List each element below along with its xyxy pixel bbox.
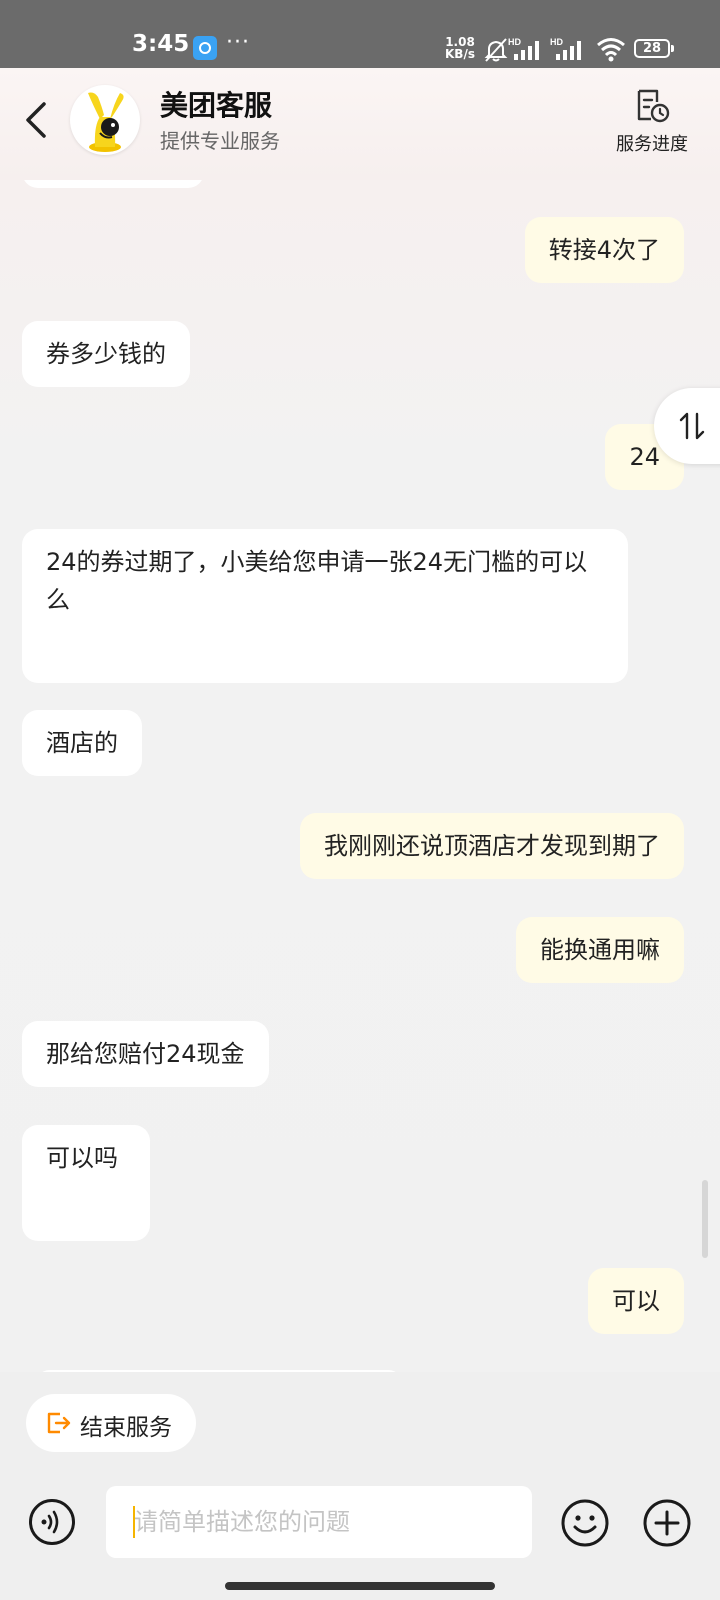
text-caret — [133, 1506, 135, 1538]
message-bubble-out: 转接4次了 — [524, 217, 684, 283]
status-time: 3:45 — [132, 31, 190, 57]
voice-icon[interactable] — [28, 1498, 76, 1546]
message-input[interactable] — [106, 1486, 532, 1558]
status-bar: 3:45 ··· 1.08 KB/s HD HD 28 — [0, 0, 720, 68]
message-bubble-in: 可以吗 — [22, 1125, 150, 1241]
back-arrow-icon[interactable] — [20, 98, 52, 142]
service-progress-icon — [637, 89, 670, 123]
mute-bell-icon — [484, 38, 508, 62]
page-title: 美团客服 — [160, 89, 273, 122]
service-progress-button[interactable]: 服务进度 — [604, 88, 700, 156]
emoji-icon[interactable] — [560, 1498, 610, 1548]
end-service-button[interactable]: 结束服务 — [26, 1394, 196, 1452]
wifi-icon — [597, 38, 625, 62]
swap-sort-icon — [679, 412, 705, 440]
end-service-label: 结束服务 — [80, 1415, 172, 1441]
message-bubble-out: 我刚刚还说顶酒店才发现到期了 — [300, 813, 684, 879]
network-speed: 1.08 KB/s — [443, 36, 477, 60]
signal-hd-1-icon: HD — [508, 37, 539, 60]
input-bar: 结束服务 — [0, 1372, 720, 1600]
message-bubble-in: 24的券过期了，小美给您申请一张24无门槛的可以么 — [22, 529, 628, 683]
signal-hd-2-icon: HD — [550, 37, 581, 60]
end-service-icon — [47, 1412, 71, 1434]
message-bubble-in: 那给您赔付24现金 — [22, 1021, 269, 1087]
chat-header: 美团客服 提供专业服务 服务进度 — [0, 68, 720, 180]
message-bubble-partial — [22, 180, 204, 188]
kangaroo-mascot-icon — [88, 92, 124, 152]
home-indicator[interactable] — [225, 1582, 495, 1590]
plus-icon[interactable] — [642, 1498, 692, 1548]
message-bubble-out: 可以 — [588, 1268, 684, 1334]
service-progress-label: 服务进度 — [616, 134, 688, 155]
swap-sort-button[interactable] — [654, 388, 720, 464]
svg-text:HD: HD — [508, 37, 521, 47]
page-subtitle: 提供专业服务 — [160, 129, 280, 153]
more-notifications-icon: ··· — [226, 30, 250, 55]
avatar[interactable] — [70, 85, 140, 155]
message-bubble-in: 券多少钱的 — [22, 321, 190, 387]
message-list[interactable]: 转接4次了 券多少钱的 24 24的券过期了，小美给您申请一张24无门槛的可以么… — [0, 180, 720, 1372]
scrollbar[interactable] — [702, 1180, 708, 1258]
svg-text:HD: HD — [550, 37, 563, 47]
message-bubble-in: 酒店的 — [22, 710, 142, 776]
hotspot-app-icon — [193, 36, 217, 60]
message-bubble-out: 能换通用嘛 — [516, 917, 684, 983]
battery-indicator: 28 — [634, 39, 674, 58]
network-speed-unit: KB/s — [445, 47, 475, 61]
